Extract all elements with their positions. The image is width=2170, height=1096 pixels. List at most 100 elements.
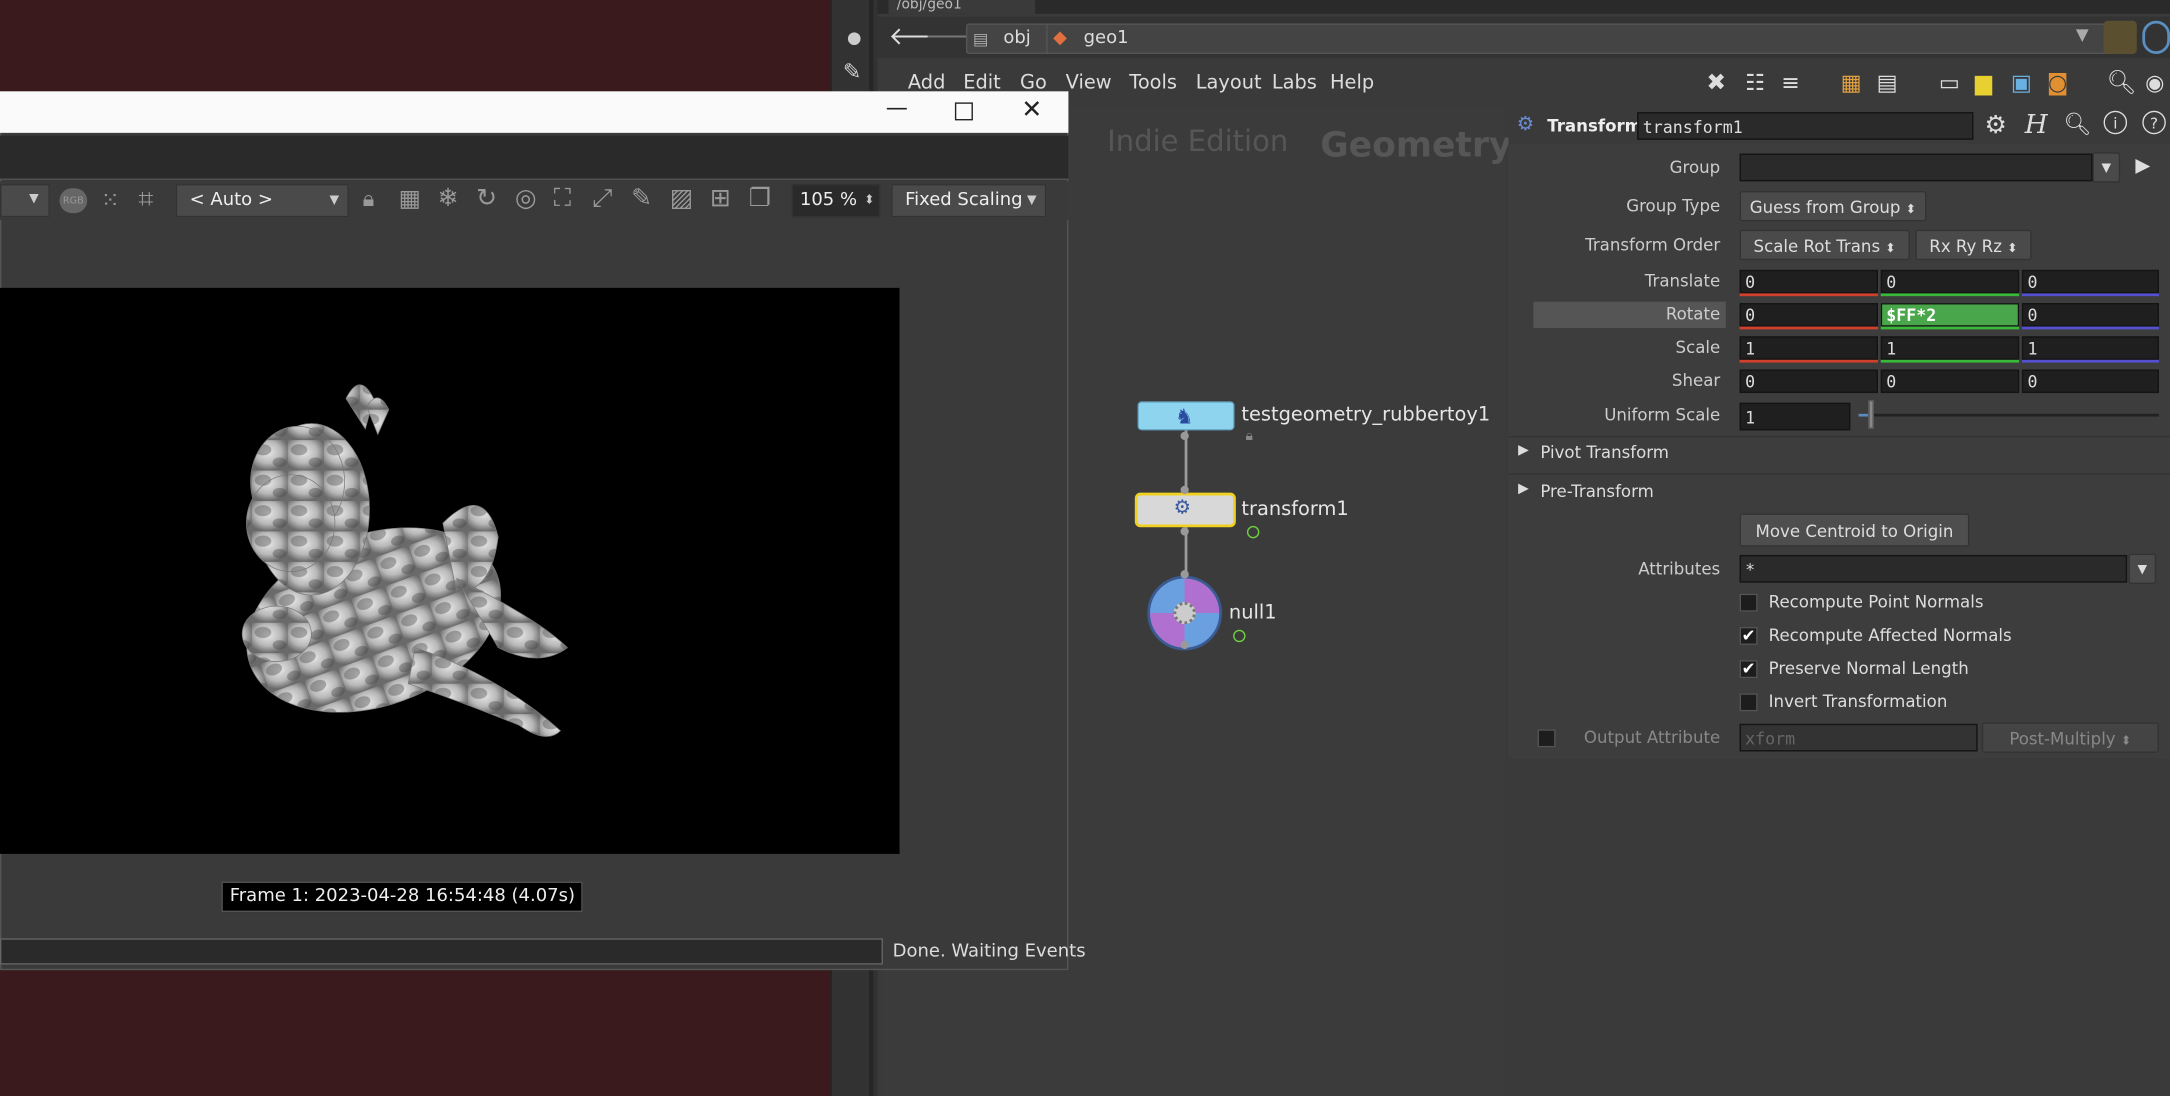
pre-transform-folder[interactable]: Pre-Transform — [1540, 482, 1653, 501]
preserve-normal-length-checkbox[interactable]: ✔ — [1739, 660, 1758, 679]
lock-icon[interactable]: 🔒︎ — [1246, 429, 1253, 444]
output-connector[interactable] — [1180, 527, 1189, 536]
window-titlebar[interactable] — [0, 91, 1069, 133]
scale-y-field[interactable]: 1 — [1880, 336, 2020, 360]
pivot-transform-folder[interactable]: Pivot Transform — [1540, 443, 1669, 462]
attributes-field[interactable]: * — [1739, 554, 2128, 583]
wrench-icon[interactable]: ✖ — [1706, 69, 1731, 97]
brush-icon[interactable]: ✎ — [843, 58, 862, 84]
sticky-note-icon[interactable]: ▆ — [1975, 69, 2000, 95]
maximize-icon[interactable] — [954, 102, 973, 121]
rotate-x-field[interactable]: 0 — [1739, 303, 1878, 327]
group-field[interactable] — [1739, 153, 2093, 182]
shear-x-field[interactable]: 0 — [1739, 369, 1878, 394]
image-icon[interactable]: ▨ — [670, 184, 694, 213]
menu-labs[interactable]: Labs — [1272, 72, 1317, 94]
rgb-icon[interactable]: RGB — [59, 188, 88, 214]
info-icon[interactable]: i — [2103, 110, 2128, 135]
path-dropdown-icon[interactable]: ▼ — [2076, 25, 2089, 44]
scaling-menu[interactable]: Fixed Scaling ▼ — [891, 184, 1047, 218]
invert-transformation-checkbox[interactable] — [1739, 693, 1758, 712]
group-dropdown[interactable]: ▼ — [2092, 152, 2121, 183]
dropdown-arrow-icon: ▼ — [329, 193, 340, 208]
dot-node-icon[interactable]: ◙ — [2047, 69, 2072, 95]
help-icon[interactable]: ? — [2142, 110, 2166, 135]
minimize-icon[interactable]: — — [886, 94, 908, 120]
close-icon[interactable]: ✕ — [1021, 95, 1042, 124]
display-flag-icon[interactable] — [1233, 629, 1246, 643]
transform-order-value: Scale Rot Trans — [1753, 236, 1881, 257]
shear-y-field[interactable]: 0 — [1880, 369, 2020, 394]
target-icon[interactable]: ◎ — [515, 184, 537, 213]
translate-x-field[interactable]: 0 — [1739, 269, 1878, 294]
uniform-scale-field[interactable]: 1 — [1739, 402, 1851, 431]
gear-icon[interactable]: ⚙ — [1985, 111, 2007, 140]
image-background-icon[interactable]: ▣ — [2011, 69, 2036, 95]
eye-icon[interactable]: ◉ — [2145, 69, 2170, 95]
translate-z-field[interactable]: 0 — [2021, 269, 2159, 294]
grid-icon[interactable]: ▦ — [399, 185, 421, 213]
tab-obj-geo1[interactable]: /obj/geo1 — [888, 0, 1036, 14]
output-attribute-field[interactable]: xform — [1739, 723, 1978, 752]
grid-dots-icon[interactable]: ⁙ — [101, 187, 120, 213]
list-view-icon[interactable]: ≡ — [1781, 69, 1806, 95]
output-connector[interactable] — [1180, 431, 1189, 441]
search-icon[interactable]: 🔍︎ — [2106, 69, 2136, 97]
crop-icon[interactable]: ⌗ — [138, 184, 153, 214]
uniform-scale-slider-handle[interactable] — [1867, 399, 1874, 430]
rotate-order-menu[interactable]: Rx Ry Rz ⬍ — [1915, 229, 2032, 261]
menu-layout[interactable]: Layout — [1196, 72, 1262, 94]
houdini-help-icon[interactable]: H — [2025, 109, 2048, 139]
edit-icon[interactable]: ✎ — [631, 184, 652, 213]
menu-help[interactable]: Help — [1330, 72, 1374, 94]
node-name-field[interactable]: transform1 — [1637, 112, 1974, 140]
display-flag-icon[interactable] — [1246, 525, 1260, 539]
output-mode-menu[interactable]: Post-Multiply ⬍ — [1981, 722, 2159, 753]
menu-tools[interactable]: Tools — [1129, 72, 1177, 94]
expand-triangle-icon[interactable]: ▶ — [1518, 443, 1529, 458]
node-testgeometry-rubbertoy1[interactable]: ♞ — [1137, 401, 1235, 431]
menu-view[interactable]: View — [1066, 72, 1112, 94]
node-null1[interactable] — [1147, 575, 1223, 651]
network-box-icon[interactable]: ▭ — [1939, 69, 1964, 95]
input-connector[interactable] — [1180, 570, 1189, 579]
node-transform1[interactable]: ⚙ — [1134, 492, 1236, 528]
rotate-y-expression-field[interactable]: $FF*2 — [1880, 303, 2020, 327]
recompute-point-normals-checkbox[interactable] — [1739, 593, 1758, 612]
dot-icon[interactable]: ● — [847, 28, 862, 47]
focus-icon[interactable]: ⛶ — [554, 184, 571, 213]
expand-triangle-icon[interactable]: ▶ — [1518, 482, 1529, 497]
uniform-scale-slider-track[interactable] — [1858, 413, 2159, 417]
tree-view-icon[interactable]: ☷ — [1745, 69, 1770, 95]
y-axis-underline — [1880, 359, 2020, 363]
scale-z-field[interactable]: 1 — [2021, 336, 2159, 360]
input-connector[interactable] — [1180, 485, 1189, 495]
search-icon[interactable]: 🔍︎ — [2063, 111, 2091, 137]
zoom-field[interactable]: 105 % ⬍ — [791, 184, 881, 218]
breadcrumb-geo1[interactable]: ◆ geo1 — [1046, 23, 2110, 54]
pin-icon[interactable] — [2103, 20, 2137, 54]
shear-z-field[interactable]: 0 — [2021, 369, 2159, 394]
scale-x-field[interactable]: 1 — [1739, 336, 1878, 360]
select-arrow-icon[interactable]: ▶ — [2135, 155, 2150, 177]
grid-layout-icon[interactable]: ▤ — [1877, 69, 1902, 95]
group-type-menu[interactable]: Guess from Group ⬍ — [1739, 190, 1927, 222]
attributes-dropdown[interactable]: ▼ — [2128, 553, 2157, 585]
lock-icon[interactable]: 🔒︎ — [363, 185, 375, 213]
copy-icon[interactable]: ❐ — [749, 184, 771, 213]
fit-icon[interactable]: ⤢ — [592, 184, 612, 213]
refresh-icon[interactable]: ↻ — [476, 184, 497, 213]
snowflake-icon[interactable]: ❄ — [437, 184, 458, 213]
move-centroid-button[interactable]: Move Centroid to Origin — [1739, 513, 1970, 547]
channel-menu[interactable]: ▼ — [0, 184, 50, 218]
add-icon[interactable]: ⊞ — [710, 184, 731, 213]
render-canvas[interactable] — [0, 287, 900, 854]
translate-y-field[interactable]: 0 — [1880, 269, 2020, 294]
rotate-z-field[interactable]: 0 — [2021, 303, 2159, 327]
link-icon[interactable] — [2142, 20, 2170, 54]
output-connector[interactable] — [1180, 640, 1189, 650]
lut-menu[interactable]: < Auto > ▼ — [175, 184, 349, 218]
transform-order-menu[interactable]: Scale Rot Trans ⬍ — [1739, 229, 1910, 261]
recompute-affected-normals-checkbox[interactable]: ✔ — [1739, 627, 1758, 645]
color-palette-icon[interactable]: ▦ — [1841, 69, 1866, 95]
